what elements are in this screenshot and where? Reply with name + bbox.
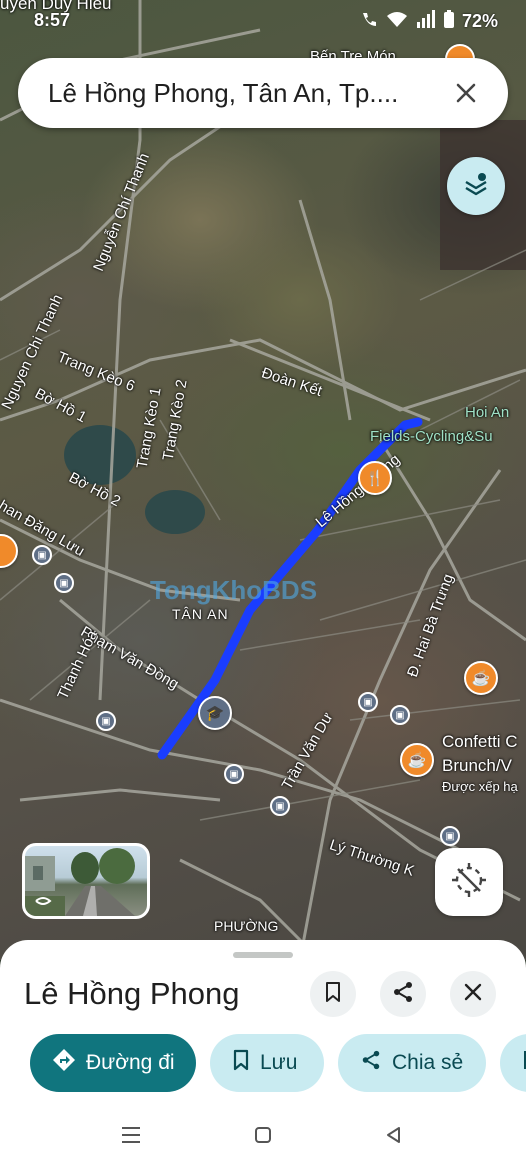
school-pin-icon[interactable]: 🎓 [198, 696, 232, 730]
restaurant-pin-icon[interactable]: 🍴 [358, 461, 392, 495]
sheet-drag-handle[interactable] [233, 952, 293, 958]
cafe-pin-icon-confetti[interactable]: ☕ [400, 743, 434, 777]
bookmark-icon [323, 981, 343, 1008]
back-triangle-icon [383, 1125, 403, 1150]
place-title: Lê Hồng Phong [24, 976, 240, 1011]
poi-confetti-line2[interactable]: Brunch/V [442, 756, 512, 776]
layers-button[interactable] [447, 157, 505, 215]
share-icon [391, 980, 415, 1009]
bus-stop-icon[interactable]: ▣ [224, 764, 244, 784]
bus-stop-icon[interactable]: ▣ [440, 826, 460, 846]
battery-icon [443, 10, 454, 33]
share-icon [360, 1049, 382, 1077]
directions-label: Đường đi [86, 1051, 175, 1074]
search-query[interactable]: Lê Hồng Phong, Tân An, Tp.... [48, 78, 450, 109]
share-label: Chia sẻ [392, 1051, 464, 1074]
lake-bo-ho-2 [145, 490, 205, 534]
bus-stop-icon[interactable]: ▣ [358, 692, 378, 712]
search-bar[interactable]: Lê Hồng Phong, Tân An, Tp.... [18, 58, 508, 128]
poi-hoi-an-fields-line2[interactable]: Fields-Cycling&Su [370, 428, 493, 445]
battery-percent: 72% [461, 11, 498, 31]
close-icon[interactable] [450, 77, 482, 109]
poi-hoi-an-fields-line1[interactable]: Hoi An [465, 404, 509, 421]
poi-confetti-line3: Được xếp hạ [442, 779, 518, 794]
back-nav-button[interactable] [378, 1122, 408, 1152]
more-chip-button[interactable] [500, 1034, 526, 1092]
poi-confetti-line1[interactable]: Confetti C [442, 732, 518, 752]
recents-nav-button[interactable] [116, 1122, 146, 1152]
map-watermark: TongKhoBDS [150, 575, 318, 605]
place-bottom-sheet[interactable]: Lê Hồng Phong Đường đi Lưu Chia sẻ [0, 940, 526, 1169]
wifi-icon [386, 10, 408, 33]
bus-stop-icon[interactable]: ▣ [96, 711, 116, 731]
action-chips: Đường đi Lưu Chia sẻ [30, 1034, 526, 1092]
bookmark-button[interactable] [310, 971, 356, 1017]
share-chip-button[interactable]: Chia sẻ [338, 1034, 486, 1092]
my-location-button[interactable] [435, 848, 503, 916]
share-button[interactable] [380, 971, 426, 1017]
call-wifi-icon [360, 10, 378, 33]
status-time: 8:57 [34, 10, 71, 30]
home-nav-button[interactable] [248, 1122, 278, 1152]
close-icon [463, 982, 483, 1007]
flag-icon [522, 1049, 526, 1077]
satellite-map[interactable]: Bến Tre Món Đoàn Kết Hoi An Fields-Cycli… [0, 0, 526, 960]
street-view-thumbnail[interactable] [22, 843, 150, 919]
bus-stop-icon[interactable]: ▣ [390, 705, 410, 725]
menu-icon [121, 1126, 141, 1149]
bus-stop-icon[interactable]: ▣ [32, 545, 52, 565]
status-bar: uyen Duy Hieu 8:57 72% [0, 0, 526, 40]
cafe-pin-icon[interactable]: ☕ [464, 661, 498, 695]
bookmark-icon [232, 1049, 250, 1077]
save-label: Lưu [260, 1051, 298, 1074]
label-phuong: PHƯỜNG [214, 918, 279, 934]
save-button[interactable]: Lưu [210, 1034, 324, 1092]
android-nav-bar [0, 1110, 526, 1169]
bus-stop-icon[interactable]: ▣ [270, 796, 290, 816]
signal-icon [416, 10, 436, 33]
directions-icon [52, 1048, 76, 1078]
close-sheet-button[interactable] [450, 971, 496, 1017]
layers-icon [461, 169, 491, 204]
status-icons: 72% [360, 10, 498, 33]
location-off-icon [450, 861, 488, 904]
directions-button[interactable]: Đường đi [30, 1034, 196, 1092]
rotate-360-icon [33, 894, 53, 912]
label-tan-an: TÂN AN [172, 606, 229, 622]
home-square-icon [253, 1125, 273, 1150]
bus-stop-icon[interactable]: ▣ [54, 573, 74, 593]
